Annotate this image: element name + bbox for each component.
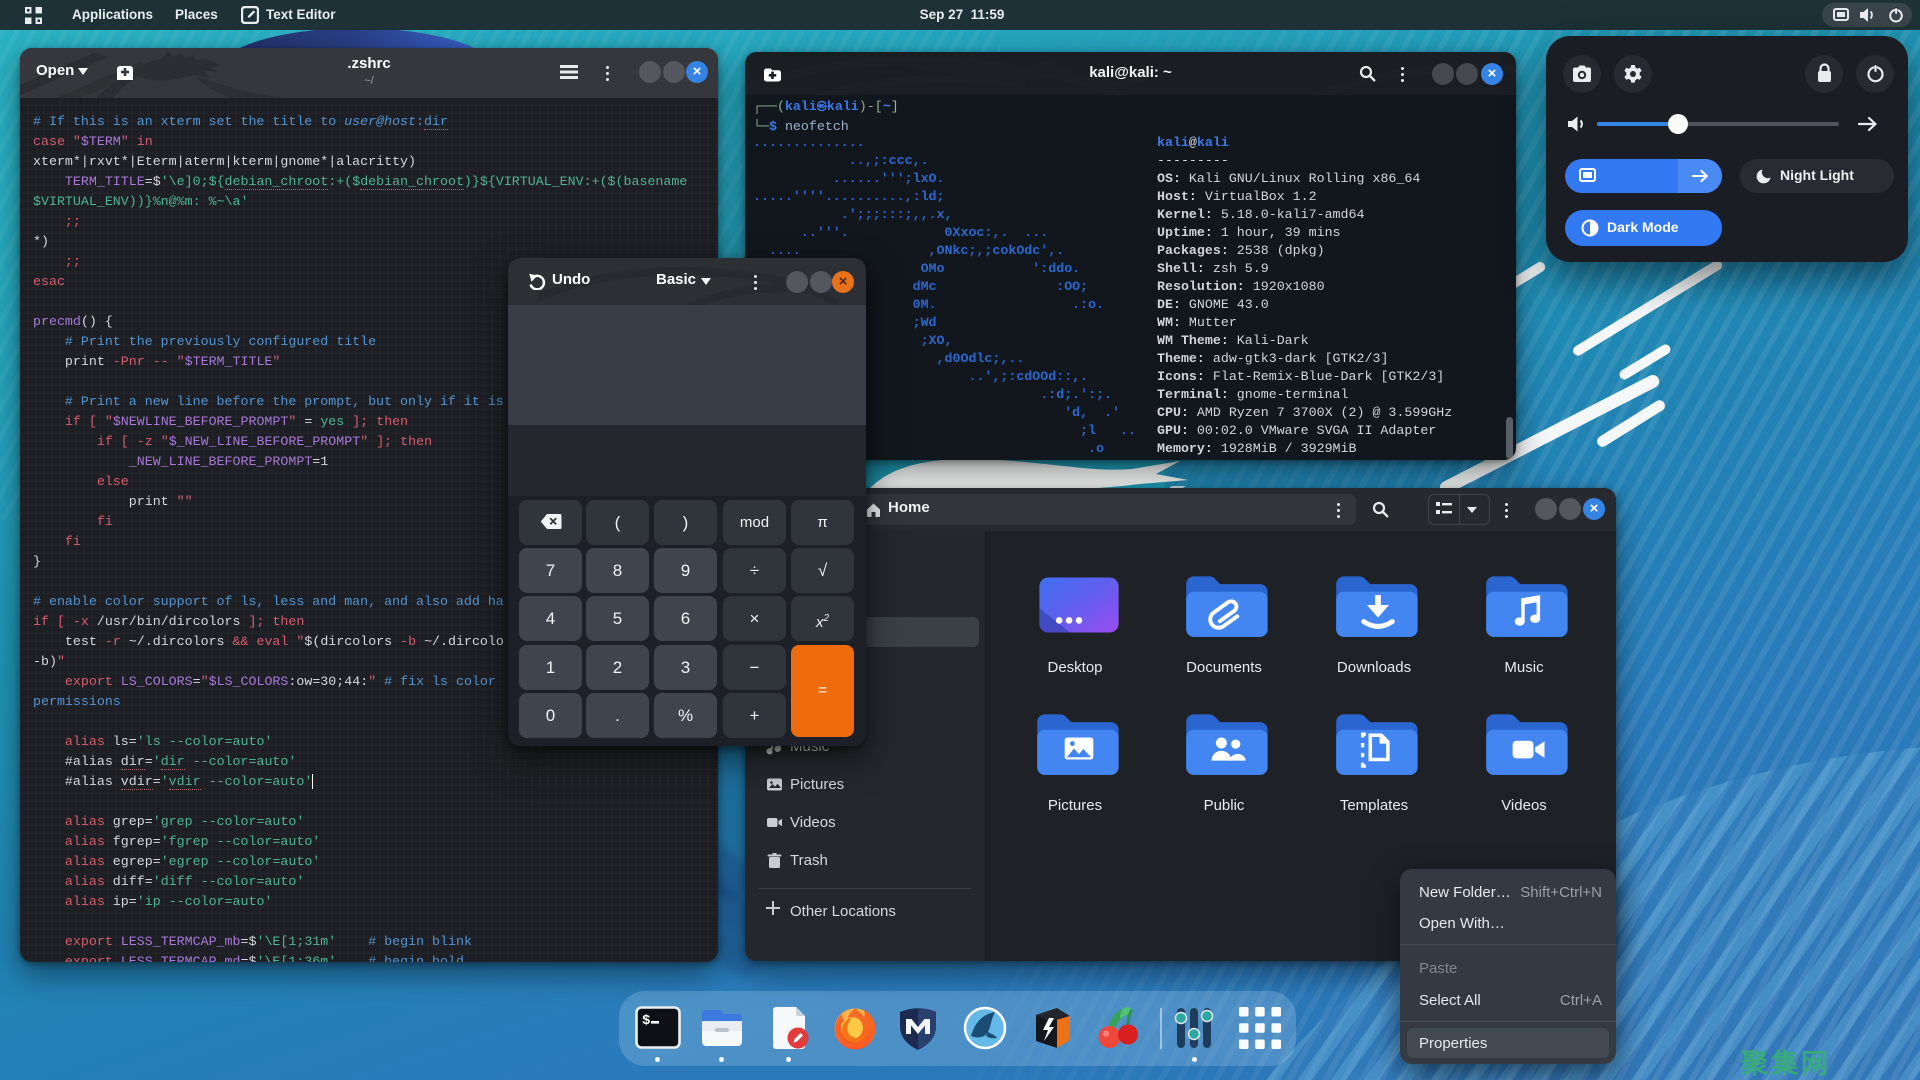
svg-text:$: $ <box>642 1013 650 1029</box>
